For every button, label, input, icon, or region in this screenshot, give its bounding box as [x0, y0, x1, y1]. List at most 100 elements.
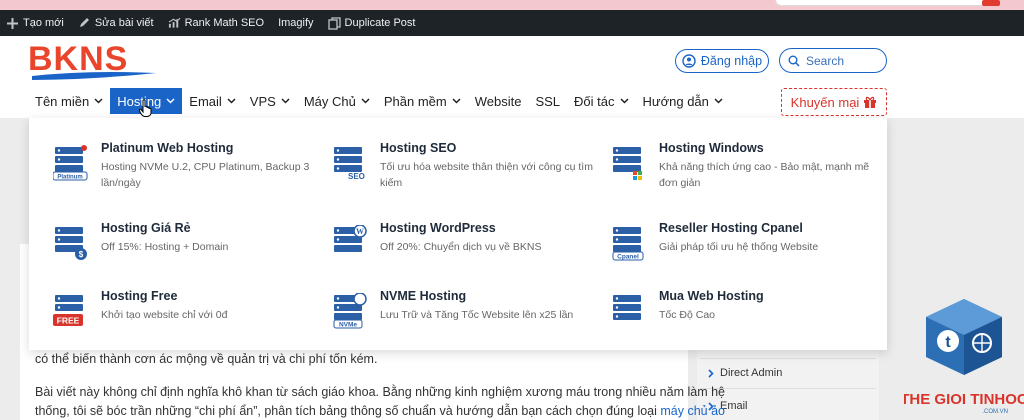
menu-item-desc: Giải pháp tối ưu hệ thống Website — [659, 241, 819, 253]
menu-item-title: Hosting WordPress — [380, 221, 496, 235]
admin-new-label: Tạo mới — [23, 17, 64, 29]
server-seo-icon: SEO — [332, 145, 368, 181]
article-paragraph-line: thống, tôi sẽ bóc trần những “chi phí ẩn… — [35, 404, 725, 418]
menu-item-desc: Khả năng thích ứng cao - Bảo mật, mạnh m… — [659, 161, 870, 189]
menu-item-desc: Hosting NVMe U.2, CPU Platinum, Backup 3… — [101, 161, 310, 189]
menu-item-desc: Khởi tạo website chỉ với 0đ — [101, 309, 228, 321]
admin-rank-math-button[interactable]: Rank Math SEO — [168, 17, 264, 30]
top-search-pill — [775, 0, 1000, 6]
the-gioi-tinhoc-watermark: t THE GIOI TINHOC .COM.VN — [900, 295, 1024, 420]
server-wordpress-icon: W — [332, 224, 368, 261]
nav-item-huong-dan[interactable]: Hướng dẫn — [636, 88, 730, 114]
hosting-mega-menu: Platinum Platinum Web Hosting Hosting NV… — [29, 118, 887, 350]
menu-item-hosting-wordpress[interactable]: W Hosting WordPress Off 20%: Chuyển dịch… — [332, 221, 597, 281]
menu-item-title: NVME Hosting — [380, 289, 467, 303]
menu-item-desc: Lưu Trữ và Tăng Tốc Website lên x25 lần — [380, 309, 574, 321]
menu-item-mua-web-hosting[interactable]: Mua Web Hosting Tốc Độ Cao — [611, 289, 876, 349]
nav-item-ssl[interactable]: SSL — [528, 88, 567, 114]
main-nav: Tên miền Hosting Email VPS Máy Chủ Phần … — [0, 88, 730, 114]
nav-label: Website — [474, 93, 522, 109]
menu-item-desc: Off 15%: Hosting + Domain — [101, 241, 229, 253]
menu-item-desc: Off 20%: Chuyển dịch vụ về BKNS — [380, 241, 542, 253]
chevron-down-icon — [361, 98, 370, 104]
chevron-down-icon — [227, 98, 236, 104]
article-paragraph-line: Bài viết này không chỉ định nghĩa khô kh… — [35, 385, 725, 399]
admin-imagify-button[interactable]: Imagify — [278, 17, 313, 29]
server-platinum-icon: Platinum — [52, 145, 89, 181]
server-dollar-icon: $ — [53, 225, 89, 261]
menu-item-nvme-hosting[interactable]: NVMe NVME Hosting Lưu Trữ và Tăng Tốc We… — [332, 289, 597, 349]
nav-label: Hướng dẫn — [642, 93, 709, 109]
svg-text:t: t — [945, 334, 951, 351]
chevron-down-icon — [281, 98, 290, 104]
article-link-may-chu-ao[interactable]: máy chủ ảo — [660, 404, 725, 418]
user-circle-icon — [682, 54, 696, 68]
search-input[interactable]: Search — [779, 48, 887, 73]
admin-duplicate-post-button[interactable]: Duplicate Post — [327, 16, 415, 30]
gift-icon — [863, 95, 877, 109]
menu-item-title: Hosting Free — [101, 289, 178, 303]
svg-text:Cpanel: Cpanel — [617, 254, 639, 261]
sidebar-link-direct-admin[interactable]: Direct Admin — [708, 367, 782, 379]
nav-item-phan-mem[interactable]: Phần mềm — [377, 88, 468, 114]
hand-cursor-icon — [138, 99, 153, 117]
admin-new-button[interactable]: Tạo mới — [6, 17, 64, 30]
site-header: BKNS Đăng nhập Search Tên miền Hosting E… — [0, 36, 1024, 118]
menu-item-hosting-free[interactable]: FREE Hosting Free Khởi tạo website chỉ v… — [53, 289, 318, 349]
nav-label: Phần mềm — [383, 93, 447, 109]
sidebar-divider — [700, 358, 876, 359]
watermark-subtext: .COM.VN — [982, 409, 1008, 415]
nav-item-may-chu[interactable]: Máy Chủ — [297, 88, 377, 114]
login-button[interactable]: Đăng nhập — [675, 49, 769, 73]
chevron-right-icon — [708, 368, 714, 378]
bkns-logo[interactable]: BKNS — [28, 40, 160, 82]
nav-label: Đối tác — [574, 93, 615, 109]
duplicate-icon — [327, 16, 341, 30]
nav-item-doi-tac[interactable]: Đối tác — [567, 88, 635, 114]
menu-item-hosting-seo[interactable]: SEO Hosting SEO Tối ưu hóa website thân … — [332, 141, 597, 201]
article-paragraph-line: có thể biến thành cơn ác mộng về quản tr… — [35, 352, 378, 366]
menu-item-title: Reseller Hosting Cpanel — [659, 221, 803, 235]
admin-edit-post-button[interactable]: Sửa bài viết — [78, 17, 154, 30]
menu-item-title: Hosting Giá Rẻ — [101, 221, 191, 235]
svg-text:W: W — [356, 227, 364, 236]
notification-badge — [982, 0, 1000, 6]
promo-button[interactable]: Khuyến mại — [781, 88, 887, 116]
server-free-icon: FREE — [53, 293, 89, 329]
menu-item-hosting-gia-re[interactable]: $ Hosting Giá Rẻ Off 15%: Hosting + Doma… — [53, 221, 318, 281]
chevron-down-icon — [619, 98, 629, 104]
menu-item-title: Mua Web Hosting — [659, 289, 764, 303]
plus-icon — [6, 17, 19, 30]
svg-text:SEO: SEO — [348, 172, 365, 181]
server-cart-icon — [611, 293, 647, 329]
server-nvme-icon: NVMe — [332, 292, 368, 329]
nav-item-website[interactable]: Website — [468, 88, 529, 114]
article-text-segment: thống, tôi sẽ bóc trần những “chi phí ẩn… — [35, 404, 661, 418]
menu-item-title: Hosting SEO — [380, 141, 457, 155]
menu-item-title: Hosting Windows — [659, 141, 764, 155]
pencil-icon — [78, 17, 91, 30]
wp-admin-bar: Tạo mới Sửa bài viết Rank Math SEO Imagi… — [0, 10, 1024, 36]
svg-text:FREE: FREE — [57, 316, 80, 326]
admin-edit-post-label: Sửa bài viết — [94, 17, 154, 29]
nav-item-ten-mien[interactable]: Tên miền — [28, 88, 110, 114]
server-cpanel-icon: Cpanel — [611, 225, 647, 261]
menu-item-hosting-windows[interactable]: Hosting Windows Khả năng thích ứng cao -… — [611, 141, 876, 201]
chevron-down-icon — [714, 98, 723, 104]
nav-label: Máy Chủ — [303, 93, 356, 109]
menu-item-reseller-hosting-cpanel[interactable]: Cpanel Reseller Hosting Cpanel Giải pháp… — [611, 221, 876, 281]
nav-item-vps[interactable]: VPS — [243, 88, 297, 114]
menu-item-platinum-web-hosting[interactable]: Platinum Platinum Web Hosting Hosting NV… — [52, 141, 318, 201]
sidebar-divider — [700, 388, 876, 389]
menu-item-desc: Tốc Độ Cao — [659, 309, 716, 321]
nav-label: Email — [189, 93, 222, 109]
nav-item-email[interactable]: Email — [182, 88, 243, 114]
chevron-down-icon — [94, 98, 103, 104]
svg-text:$: $ — [79, 250, 84, 259]
svg-text:Platinum: Platinum — [57, 175, 82, 181]
server-windows-icon — [611, 145, 647, 181]
sidebar-link-label: Direct Admin — [720, 367, 783, 379]
nav-label: Tên miền — [35, 93, 90, 109]
search-placeholder: Search — [806, 53, 845, 68]
rank-math-icon — [168, 17, 181, 30]
